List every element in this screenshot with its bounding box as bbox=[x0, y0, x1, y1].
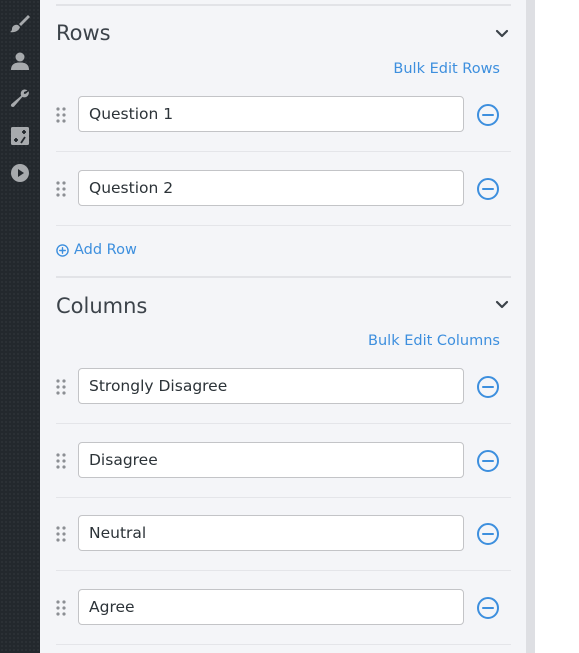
section-divider bbox=[56, 4, 511, 6]
column-item bbox=[40, 368, 526, 406]
row-item bbox=[40, 96, 526, 134]
column-item bbox=[40, 515, 526, 553]
row-label-input[interactable] bbox=[78, 96, 464, 132]
admin-sidebar bbox=[0, 0, 40, 653]
user-icon[interactable] bbox=[9, 50, 30, 71]
remove-column-button[interactable] bbox=[476, 375, 500, 399]
paint-brush-icon[interactable] bbox=[9, 12, 30, 33]
column-item bbox=[40, 589, 526, 627]
row-separator bbox=[56, 644, 511, 645]
section-divider bbox=[56, 276, 511, 278]
row-separator bbox=[56, 423, 511, 424]
drag-handle-icon[interactable] bbox=[56, 600, 66, 616]
wrench-icon[interactable] bbox=[9, 87, 30, 108]
bulk-edit-rows-link[interactable]: Bulk Edit Rows bbox=[393, 61, 500, 77]
columns-collapse-chevron-icon[interactable] bbox=[495, 300, 509, 310]
columns-section-title: Columns bbox=[56, 294, 148, 318]
remove-column-button[interactable] bbox=[476, 522, 500, 546]
row-separator bbox=[56, 570, 511, 571]
row-label-input[interactable] bbox=[78, 170, 464, 206]
drag-handle-icon[interactable] bbox=[56, 526, 66, 542]
drag-handle-icon[interactable] bbox=[56, 379, 66, 395]
drag-handle-icon[interactable] bbox=[56, 453, 66, 469]
rows-section-title: Rows bbox=[56, 21, 111, 45]
remove-row-button[interactable] bbox=[476, 177, 500, 201]
row-separator bbox=[56, 497, 511, 498]
column-item bbox=[40, 442, 526, 480]
add-row-label: Add Row bbox=[74, 242, 137, 258]
column-label-input[interactable] bbox=[78, 589, 464, 625]
column-label-input[interactable] bbox=[78, 515, 464, 551]
play-icon[interactable] bbox=[9, 162, 30, 183]
remove-row-button[interactable] bbox=[476, 103, 500, 127]
column-label-input[interactable] bbox=[78, 442, 464, 478]
bulk-edit-columns-link[interactable]: Bulk Edit Columns bbox=[368, 333, 500, 349]
drag-handle-icon[interactable] bbox=[56, 107, 66, 123]
remove-column-button[interactable] bbox=[476, 596, 500, 620]
column-label-input[interactable] bbox=[78, 368, 464, 404]
row-separator bbox=[56, 151, 511, 152]
row-separator bbox=[56, 225, 511, 226]
remove-column-button[interactable] bbox=[476, 449, 500, 473]
plus-circle-icon bbox=[56, 243, 69, 257]
matrix-options-panel: Rows Bulk Edit Rows Question 1 Question … bbox=[40, 0, 526, 653]
add-row-button[interactable]: Add Row bbox=[56, 240, 137, 260]
panel-scrollbar[interactable] bbox=[526, 0, 535, 653]
drag-handle-icon[interactable] bbox=[56, 181, 66, 197]
plus-minus-icon[interactable] bbox=[9, 125, 30, 146]
row-item bbox=[40, 170, 526, 208]
rows-collapse-chevron-icon[interactable] bbox=[495, 29, 509, 39]
